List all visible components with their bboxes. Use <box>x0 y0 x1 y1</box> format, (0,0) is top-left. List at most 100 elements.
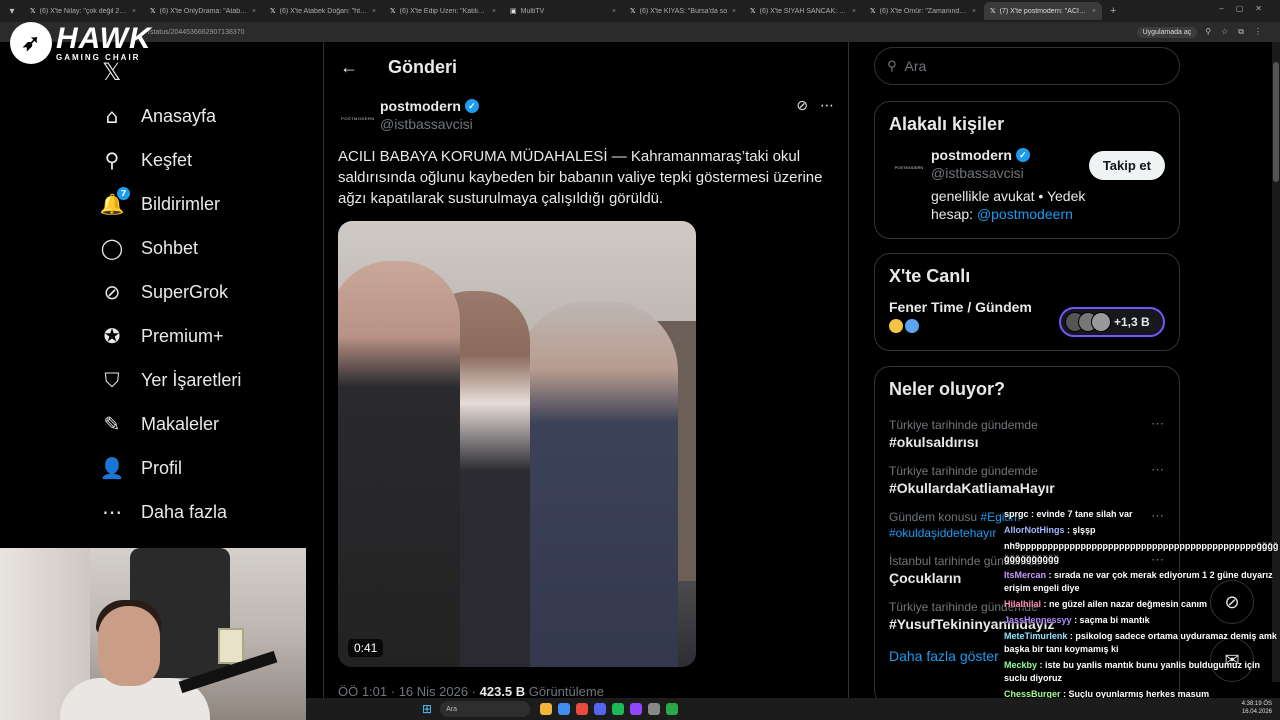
trend-item[interactable]: Türkiye tarihinde gündemde #okulsaldırıs… <box>875 412 1179 458</box>
nav-item-notifications[interactable]: 🔔 7 Bildirimler <box>100 182 241 226</box>
author-name[interactable]: postmodern ✓ <box>380 98 479 114</box>
back-arrow-icon[interactable]: ← <box>340 57 360 78</box>
browser-tab[interactable]: 𝕏 (6) X'te Nilay: "çok değil 2,5 se × <box>24 2 142 20</box>
url-text[interactable]: /status/2044536662907138370 <box>148 29 1137 36</box>
chat-message: Hilalhilal : ne güzel ailen nazar değmes… <box>1004 599 1208 609</box>
browser-tab[interactable]: 𝕏 (6) X'te SİYAH SANCAK: "Şe × <box>744 2 862 20</box>
hawk-logo: ➶ HAWK GAMING CHAIR <box>10 22 152 64</box>
screen: ▾ 𝕏 (6) X'te Nilay: "çok değil 2,5 se × 𝕏(… <box>0 0 1280 720</box>
nav-item-bookmarks[interactable]: ⛉ Yer İşaretleri <box>100 358 242 402</box>
card-title: X'te Canlı <box>889 266 971 286</box>
nav-item-premium[interactable]: ✪ Premium+ <box>100 314 241 358</box>
chat-message: sprgc : evinde 7 tane silah var <box>1004 509 1133 519</box>
chat-message: Meckby : iste bu yanlis mantık bunu yanl… <box>1004 660 1261 683</box>
trend-name: #okulsaldırısı <box>889 434 979 450</box>
nav-item-supergrok[interactable]: ⊘ SuperGrok <box>100 270 241 314</box>
x-favicon-icon: 𝕏 <box>750 7 756 15</box>
grok-explain-icon[interactable]: ⊘ <box>796 98 808 114</box>
nav-item-articles[interactable]: ✎ Makaleler <box>100 402 241 446</box>
post-header: ← Gönderi <box>324 42 848 92</box>
nav-label: SuperGrok <box>141 281 229 302</box>
window-controls[interactable]: –▢✕ <box>1219 4 1274 13</box>
close-tab-icon[interactable]: × <box>972 8 976 15</box>
avatar[interactable]: POSTMODERN <box>338 98 378 138</box>
chat-message: MeteTimurlenk : psikolog sadece ortama u… <box>1004 631 1277 654</box>
browser-tab[interactable]: 𝕏 (6) X'te Atabek Doğan: "https: × <box>264 2 382 20</box>
close-tab-icon[interactable]: × <box>732 8 736 15</box>
grok-icon: ⊘ <box>103 280 121 304</box>
tv-favicon-icon: ▣ <box>510 7 517 15</box>
twitch-icon[interactable] <box>630 703 643 715</box>
more-options-icon[interactable]: ⋯ <box>1151 416 1165 432</box>
nav-label: Daha fazla <box>141 501 228 522</box>
nav-label: Bildirimler <box>141 193 221 214</box>
bookmark-icon: ⛉ <box>104 368 120 392</box>
close-tab-icon[interactable]: × <box>372 8 376 15</box>
close-tab-icon[interactable]: × <box>612 8 616 15</box>
browser-tab[interactable]: 𝕏 (6) X'te OnlyDrama: "Atabek D × <box>144 2 262 20</box>
related-person[interactable]: POSTMODERN postmodern ✓ @istbassavcisi ge… <box>875 135 1179 235</box>
view-count: 423.5 B <box>479 684 526 699</box>
live-space[interactable]: Fener Time / Gündem +1,3 B <box>875 287 1179 339</box>
close-tab-icon[interactable]: × <box>1092 8 1096 15</box>
listeners-pill[interactable]: +1,3 B <box>1059 307 1165 337</box>
nav-item-more[interactable]: ⋯ Daha fazla <box>100 490 241 534</box>
author-handle[interactable]: @istbassavcisi <box>380 116 479 132</box>
card-title: Neler oluyor? <box>889 379 1006 399</box>
trend-name: #OkullardaKatliamaHayır <box>889 480 1055 496</box>
open-in-app-button[interactable]: Uygulamada aç <box>1136 26 1198 38</box>
search-icon: ⚲ <box>887 58 897 74</box>
card-title: Alakalı kişiler <box>889 114 1005 134</box>
verified-badge-icon: ✓ <box>1015 148 1030 162</box>
nav-item-chat[interactable]: ◯ Sohbet <box>100 226 241 270</box>
nav-label: Keşfet <box>141 149 193 170</box>
follow-button[interactable]: Takip et <box>1088 151 1165 180</box>
close-tab-icon[interactable]: × <box>132 8 136 15</box>
nav-item-home[interactable]: ⌂ Anasayfa <box>100 94 241 138</box>
edge-icon[interactable] <box>558 703 571 715</box>
close-tab-icon[interactable]: × <box>252 8 256 15</box>
close-tab-icon[interactable]: × <box>852 8 856 15</box>
x-favicon-icon: 𝕏 <box>270 7 276 15</box>
obs-icon[interactable] <box>648 703 661 715</box>
browser-tab[interactable]: 𝕏 (6) X'te Edip Üzen: "Katilin bab × <box>384 2 502 20</box>
browser-tab[interactable]: 𝕏 (6) X'te Ömür: "Zamanında ker × <box>864 2 982 20</box>
webcam-overlay <box>0 548 306 720</box>
address-bar[interactable]: /status/2044536662907138370 Uygulamada a… <box>0 22 1280 42</box>
taskbar-search[interactable]: Ara <box>440 701 531 717</box>
browser-tab[interactable]: 𝕏 (6) X'te KIYAS: "Bursa'da so × <box>624 2 742 20</box>
video-duration: 0:41 <box>348 639 384 657</box>
search-input[interactable]: ⚲ Ara <box>874 47 1180 85</box>
file-explorer-icon[interactable] <box>540 703 553 715</box>
more-options-icon[interactable]: ⋯ <box>820 98 834 114</box>
chrome-icon[interactable] <box>576 703 589 715</box>
taskbar-clock[interactable]: 4:38:19 ÖS 16.04.2026 <box>1242 700 1272 716</box>
tab-list-icon[interactable]: ▾ <box>0 0 24 22</box>
trend-item[interactable]: Türkiye tarihinde gündemde #OkullardaKat… <box>875 458 1179 504</box>
bio-link[interactable]: @postmodeern <box>977 206 1073 222</box>
post-video[interactable]: 0:41 <box>338 221 696 667</box>
nav-label: Makaleler <box>141 413 220 434</box>
browser-tab[interactable]: ▣ MultiTV × <box>504 2 622 20</box>
discord-icon[interactable] <box>594 703 607 715</box>
x-favicon-icon: 𝕏 <box>30 7 36 15</box>
browser-tab-active[interactable]: 𝕏 (7) X'te postmodern: "ACILI BA × <box>984 2 1102 20</box>
app-icon[interactable] <box>666 703 679 715</box>
windows-start-icon[interactable]: ⊞ <box>422 702 432 716</box>
x-favicon-icon: 𝕏 <box>870 7 876 15</box>
post-author: POSTMODERN postmodern ✓ @istbassavcisi ⊘ … <box>338 98 834 138</box>
spotify-icon[interactable] <box>612 703 625 715</box>
browser-toolbar-icons[interactable]: ⚲☆⧉⋮ <box>1205 27 1272 37</box>
nav-item-explore[interactable]: ⚲ Keşfet <box>100 138 241 182</box>
live-card: X'te Canlı Fener Time / Gündem +1,3 B <box>874 253 1180 351</box>
trend-category: Türkiye tarihinde gündemde <box>889 464 1038 478</box>
scroll-thumb[interactable] <box>1273 62 1279 182</box>
close-tab-icon[interactable]: × <box>492 8 496 15</box>
more-options-icon[interactable]: ⋯ <box>1151 462 1165 478</box>
new-tab-button[interactable]: + <box>1104 5 1122 17</box>
nav-label: Premium+ <box>141 325 224 346</box>
related-people-card: Alakalı kişiler POSTMODERN postmodern ✓ @… <box>874 101 1180 239</box>
nav-label: Sohbet <box>141 237 199 258</box>
nav-item-profile[interactable]: 👤 Profil <box>100 446 241 490</box>
avatar[interactable]: POSTMODERN <box>889 147 929 187</box>
